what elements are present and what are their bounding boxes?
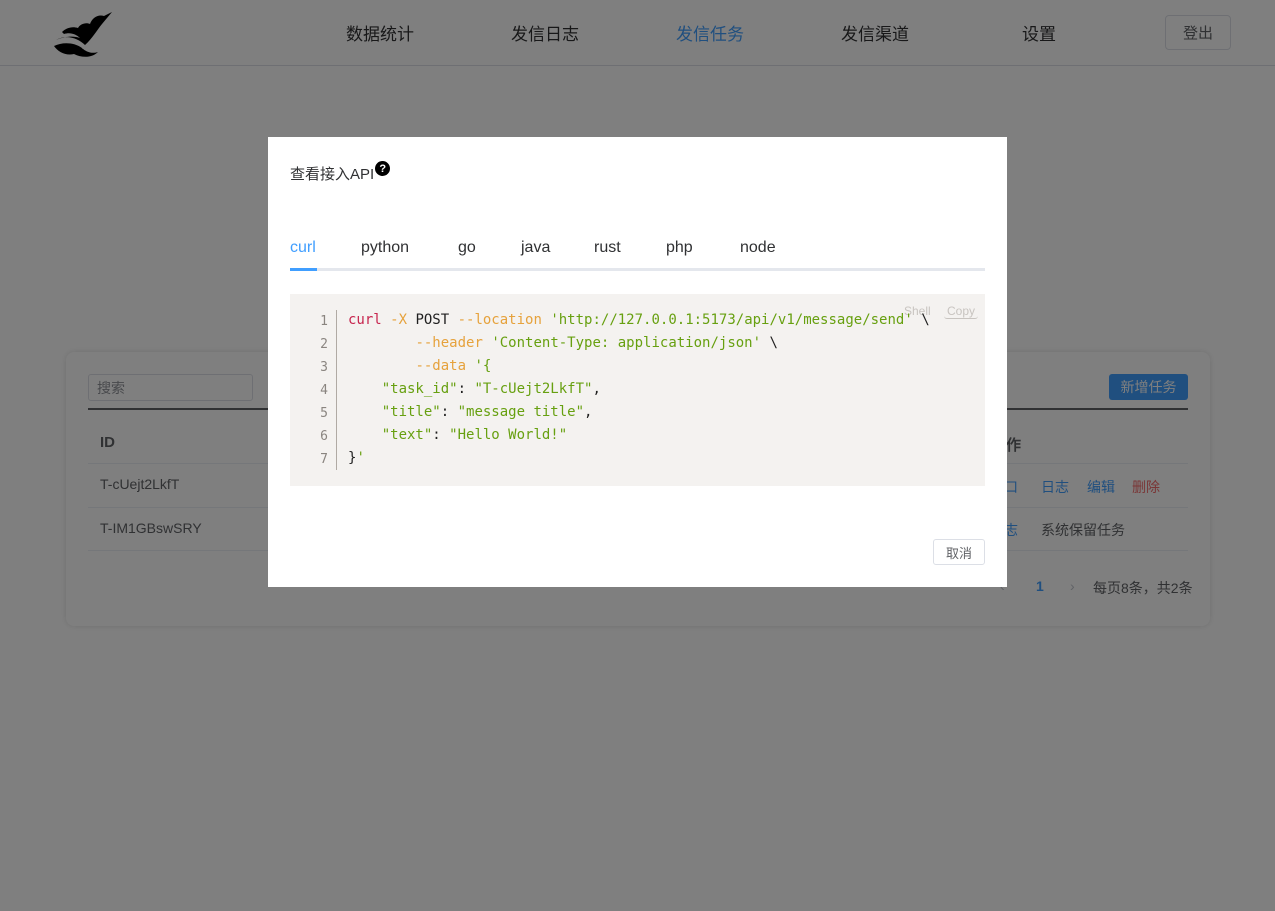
tab-python[interactable]: python — [361, 239, 409, 257]
line-number: 2 — [320, 337, 328, 352]
copy-button[interactable]: Copy — [944, 304, 979, 319]
tab-go[interactable]: go — [458, 239, 476, 257]
code-line: --header 'Content-Type: application/json… — [415, 335, 778, 351]
code-line: "title": "message title", — [381, 404, 593, 420]
code-line: curl -X POST --location 'http://127.0.0.… — [348, 312, 930, 328]
api-dialog: 查看接入API ? curl python go java rust php n… — [268, 137, 1007, 587]
tab-rust[interactable]: rust — [594, 239, 621, 257]
line-number: 3 — [320, 360, 328, 375]
line-number: 1 — [320, 314, 328, 329]
dialog-title: 查看接入API ? — [290, 161, 391, 184]
tab-java[interactable]: java — [521, 239, 550, 257]
gutter-divider — [336, 310, 337, 470]
line-number: 5 — [320, 406, 328, 421]
code-line: }' — [348, 450, 365, 466]
dialog-title-text: 查看接入API — [290, 166, 375, 183]
tab-curl[interactable]: curl — [290, 239, 316, 257]
code-line: --data '{ — [415, 358, 492, 374]
tab-php[interactable]: php — [666, 239, 693, 257]
active-tab-indicator — [290, 268, 317, 271]
line-number: 4 — [320, 383, 328, 398]
code-line: "task_id": "T-cUejt2LkfT", — [381, 381, 601, 397]
line-number: 7 — [320, 452, 328, 467]
language-tabs: curl python go java rust php node — [290, 239, 985, 271]
line-number: 6 — [320, 429, 328, 444]
tabs-baseline — [290, 268, 985, 271]
code-block[interactable]: Shell Copy 1 2 3 4 5 6 7 curl -X POST --… — [290, 294, 985, 486]
tab-node[interactable]: node — [740, 239, 776, 257]
code-line: "text": "Hello World!" — [381, 427, 568, 443]
cancel-button[interactable]: 取消 — [933, 539, 985, 565]
question-circle-icon[interactable]: ? — [375, 161, 391, 176]
